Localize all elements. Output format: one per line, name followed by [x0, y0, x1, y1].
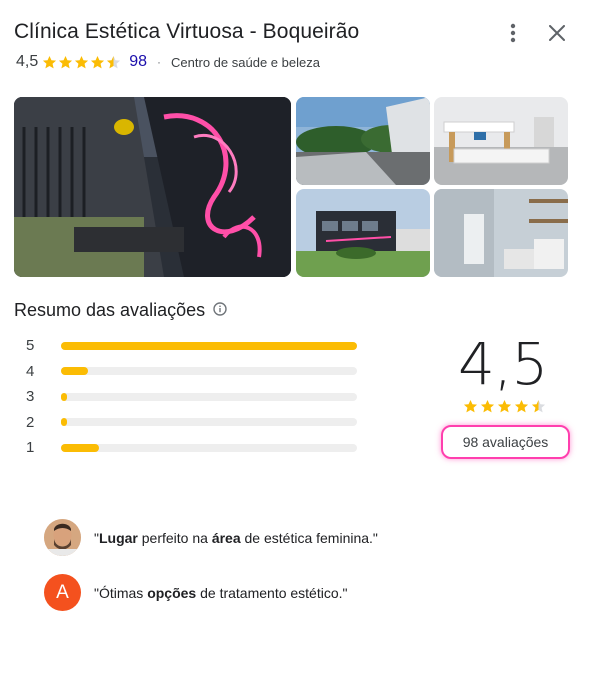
rating-bar-track	[61, 418, 357, 427]
star-icon	[531, 399, 546, 414]
reviewer-avatar	[44, 519, 81, 556]
reviews-count-button[interactable]: 98 avaliações	[441, 425, 570, 459]
rating-value: 4,5	[16, 53, 39, 70]
rating-bar-track	[61, 392, 357, 401]
separator-dot: ·	[157, 55, 162, 69]
rating-bar-label: 2	[26, 413, 35, 431]
rating-bar-label: 4	[26, 362, 35, 380]
reviews-summary-title: Resumo das avaliações	[14, 300, 206, 320]
rating-bar-fill	[61, 443, 100, 452]
photo-facade[interactable]	[14, 97, 291, 277]
rating-bar-fill	[61, 418, 67, 427]
rating-bar-fill	[61, 367, 88, 376]
average-rating-stars	[463, 399, 546, 414]
reviews-summary-heading: Resumo das avaliações	[14, 300, 227, 321]
place-title: Clínica Estética Virtuosa - Boqueirão	[14, 20, 360, 43]
rating-bar-label: 3	[26, 388, 35, 406]
rating-bar-fill	[61, 341, 357, 350]
star-icon	[58, 55, 73, 70]
more-options-icon[interactable]	[502, 22, 524, 44]
rating-bar-label: 5	[26, 337, 35, 355]
rating-bar-row[interactable]: 1	[26, 435, 357, 461]
review-count-link[interactable]: 98	[129, 53, 147, 71]
star-icon	[514, 399, 529, 414]
photo-corridor[interactable]	[296, 97, 430, 185]
star-icon	[480, 399, 495, 414]
rating-bar-row[interactable]: 3	[26, 384, 357, 410]
star-icon	[74, 55, 89, 70]
rating-subline: 4,5 98 · Centro de saúde e beleza	[16, 53, 320, 71]
rating-stars	[42, 55, 121, 70]
rating-bar-fill	[61, 392, 67, 401]
star-icon	[497, 399, 512, 414]
rating-bar-track	[61, 443, 357, 452]
review-snippet-text: "Lugar perfeito na área de estética femi…	[94, 529, 378, 546]
photo-interior[interactable]	[434, 189, 568, 277]
star-icon	[463, 399, 478, 414]
star-icon	[106, 55, 121, 70]
rating-bar-row[interactable]: 2	[26, 410, 357, 436]
photo-treatment-room[interactable]	[434, 97, 568, 185]
rating-bar-row[interactable]: 4	[26, 359, 357, 385]
average-rating: 4,5	[458, 330, 548, 398]
photo-gallery	[14, 97, 568, 277]
close-icon[interactable]	[546, 22, 568, 44]
review-snippet-2[interactable]: A "Ótimas opções de tratamento estético.…	[44, 574, 348, 611]
reviewer-avatar-letter: A	[44, 574, 81, 611]
review-snippet-1[interactable]: "Lugar perfeito na área de estética femi…	[44, 519, 378, 556]
rating-distribution: 5 4 3 2 1	[26, 333, 357, 461]
place-header: Clínica Estética Virtuosa - Boqueirão	[14, 20, 574, 44]
place-category[interactable]: Centro de saúde e beleza	[171, 55, 320, 70]
review-snippet-text: "Ótimas opções de tratamento estético."	[94, 584, 348, 601]
star-icon	[90, 55, 105, 70]
info-icon[interactable]	[213, 300, 227, 321]
star-icon	[42, 55, 57, 70]
header-actions	[502, 22, 568, 44]
rating-bar-track	[61, 341, 357, 350]
rating-bar-track	[61, 367, 357, 376]
rating-bar-label: 1	[26, 439, 35, 457]
photo-building[interactable]	[296, 189, 430, 277]
rating-bar-row[interactable]: 5	[26, 333, 357, 359]
